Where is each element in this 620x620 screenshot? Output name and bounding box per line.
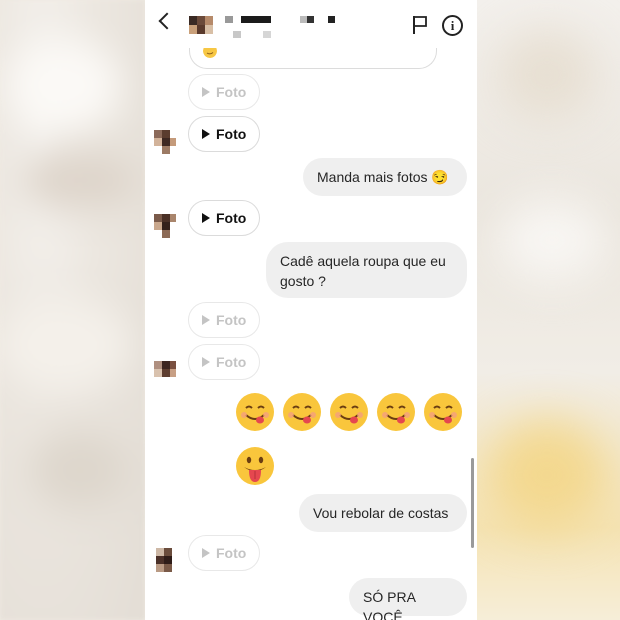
photo-label: Foto: [216, 545, 247, 561]
photo-message[interactable]: Foto: [188, 344, 260, 380]
sender-avatar: [154, 214, 176, 238]
outgoing-message: Manda mais fotos 😏: [303, 158, 467, 196]
photo-message[interactable]: Foto: [188, 535, 260, 571]
play-icon: [202, 213, 210, 223]
photo-message[interactable]: Foto: [188, 302, 260, 338]
play-icon: [202, 315, 210, 325]
play-icon: [202, 87, 210, 97]
message-text: Vou rebolar de costas: [313, 505, 449, 521]
photo-message[interactable]: Foto: [188, 116, 260, 152]
blurred-background-left: [0, 0, 145, 620]
yum-emoji: [283, 393, 321, 431]
sender-avatar: [154, 130, 176, 154]
flag-icon[interactable]: [412, 15, 428, 35]
outgoing-message: SÓ PRA VOCÊ: [349, 578, 467, 620]
blurred-background-right: [477, 0, 620, 620]
chat-screen: i Foto Foto Manda mais fotos 😏 Foto Cadê…: [145, 0, 477, 620]
yum-emoji: [377, 393, 415, 431]
tongue-out-emoji: [236, 447, 274, 485]
photo-label: Foto: [216, 312, 247, 328]
message-text: Cadê aquela roupa que eu gosto ?: [280, 253, 446, 289]
message-text: Manda mais fotos 😏: [317, 169, 449, 185]
photo-message[interactable]: Foto: [188, 74, 260, 110]
chevron-left-icon[interactable]: [158, 12, 176, 30]
photo-message[interactable]: Foto: [188, 200, 260, 236]
sender-avatar: [156, 548, 178, 572]
message-text: SÓ PRA VOCÊ: [363, 589, 416, 620]
info-icon[interactable]: i: [442, 15, 463, 36]
photo-label: Foto: [216, 354, 247, 370]
play-icon: [202, 548, 210, 558]
chat-header: i: [145, 0, 477, 48]
photo-label: Foto: [216, 126, 247, 142]
yum-emoji: [236, 393, 274, 431]
outgoing-message: Vou rebolar de costas: [299, 494, 467, 532]
scrollbar[interactable]: [471, 458, 474, 548]
photo-label: Foto: [216, 210, 247, 226]
yum-emoji: [330, 393, 368, 431]
sender-avatar: [154, 361, 176, 385]
play-icon: [202, 357, 210, 367]
play-icon: [202, 129, 210, 139]
yum-emoji: [424, 393, 462, 431]
outgoing-message: Cadê aquela roupa que eu gosto ?: [266, 242, 467, 298]
photo-label: Foto: [216, 84, 247, 100]
